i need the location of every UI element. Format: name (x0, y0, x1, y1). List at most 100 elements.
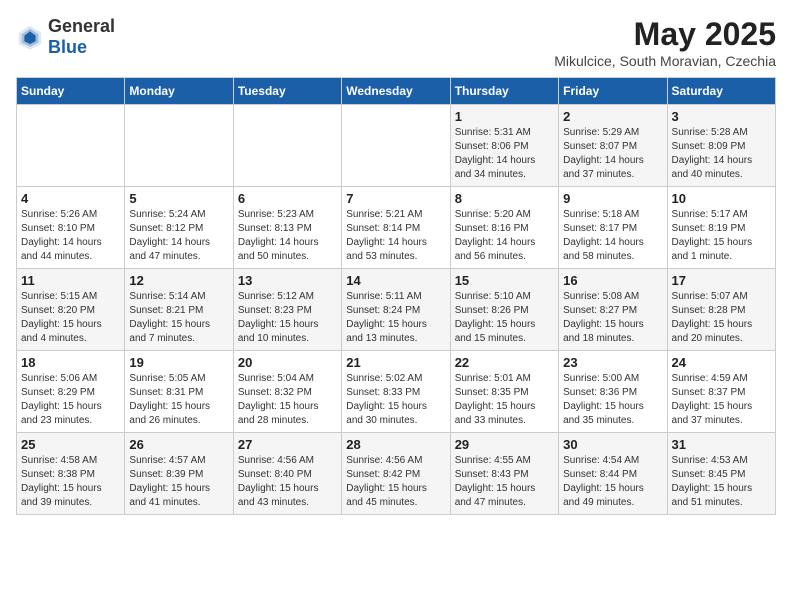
logo-blue: Blue (48, 37, 87, 57)
day-number: 20 (238, 355, 337, 370)
day-number: 26 (129, 437, 228, 452)
day-info: Sunrise: 5:12 AM Sunset: 8:23 PM Dayligh… (238, 290, 337, 346)
calendar-cell-2-1: 12 Sunrise: 5:14 AM Sunset: 8:21 PM Dayli… (125, 269, 233, 351)
calendar-cell-3-0: 18Sunrise: 5:06 AM Sunset: 8:29 PM Dayli… (17, 351, 125, 433)
day-info: Sunrise: 5:17 AM Sunset: 8:19 PM Dayligh… (672, 208, 771, 264)
calendar-cell-2-5: 16 Sunrise: 5:08 AM Sunset: 8:27 PM Dayli… (559, 269, 667, 351)
day-info: Sunrise: 5:07 AM Sunset: 8:28 PM Dayligh… (672, 290, 771, 346)
day-info: Sunrise: 5:24 AM Sunset: 8:12 PM Dayligh… (129, 208, 228, 264)
day-info: Sunrise: 5:26 AM Sunset: 8:10 PM Dayligh… (21, 208, 120, 264)
calendar-cell-3-4: 22 Sunrise: 5:01 AM Sunset: 8:35 PM Dayli… (450, 351, 558, 433)
day-info: Sunrise: 5:08 AM Sunset: 8:27 PM Dayligh… (563, 290, 662, 346)
week-row-5: 25 Sunrise: 4:58 AM Sunset: 8:38 PM Dayli… (17, 433, 776, 515)
calendar-cell-3-6: 24Sunrise: 4:59 AM Sunset: 8:37 PM Dayli… (667, 351, 775, 433)
week-row-3: 11Sunrise: 5:15 AM Sunset: 8:20 PM Dayli… (17, 269, 776, 351)
calendar-cell-3-3: 21 Sunrise: 5:02 AM Sunset: 8:33 PM Dayli… (342, 351, 450, 433)
calendar-cell-0-6: 3Sunrise: 5:28 AM Sunset: 8:09 PM Daylig… (667, 105, 775, 187)
calendar-cell-3-2: 20 Sunrise: 5:04 AM Sunset: 8:32 PM Dayli… (233, 351, 341, 433)
day-info: Sunrise: 4:55 AM Sunset: 8:43 PM Dayligh… (455, 454, 554, 510)
day-info: Sunrise: 5:31 AM Sunset: 8:06 PM Dayligh… (455, 126, 554, 182)
day-info: Sunrise: 5:02 AM Sunset: 8:33 PM Dayligh… (346, 372, 445, 428)
location-subtitle: Mikulcice, South Moravian, Czechia (554, 53, 776, 69)
calendar-cell-3-1: 19 Sunrise: 5:05 AM Sunset: 8:31 PM Dayli… (125, 351, 233, 433)
day-info: Sunrise: 5:29 AM Sunset: 8:07 PM Dayligh… (563, 126, 662, 182)
day-info: Sunrise: 4:53 AM Sunset: 8:45 PM Dayligh… (672, 454, 771, 510)
calendar-cell-1-4: 8 Sunrise: 5:20 AM Sunset: 8:16 PM Daylig… (450, 187, 558, 269)
day-number: 23 (563, 355, 662, 370)
week-row-4: 18Sunrise: 5:06 AM Sunset: 8:29 PM Dayli… (17, 351, 776, 433)
calendar-cell-1-5: 9Sunrise: 5:18 AM Sunset: 8:17 PM Daylig… (559, 187, 667, 269)
week-row-2: 4 Sunrise: 5:26 AM Sunset: 8:10 PM Daylig… (17, 187, 776, 269)
page-header: General Blue May 2025 Mikulcice, South M… (16, 16, 776, 69)
weekday-row: Sunday Monday Tuesday Wednesday Thursday… (17, 78, 776, 105)
calendar-cell-1-1: 5 Sunrise: 5:24 AM Sunset: 8:12 PM Daylig… (125, 187, 233, 269)
calendar-cell-0-4: 1Sunrise: 5:31 AM Sunset: 8:06 PM Daylig… (450, 105, 558, 187)
day-number: 10 (672, 191, 771, 206)
calendar-table: Sunday Monday Tuesday Wednesday Thursday… (16, 77, 776, 515)
calendar-cell-2-0: 11Sunrise: 5:15 AM Sunset: 8:20 PM Dayli… (17, 269, 125, 351)
calendar-cell-4-2: 27 Sunrise: 4:56 AM Sunset: 8:40 PM Dayli… (233, 433, 341, 515)
calendar-cell-4-3: 28Sunrise: 4:56 AM Sunset: 8:42 PM Dayli… (342, 433, 450, 515)
day-info: Sunrise: 5:18 AM Sunset: 8:17 PM Dayligh… (563, 208, 662, 264)
day-info: Sunrise: 5:04 AM Sunset: 8:32 PM Dayligh… (238, 372, 337, 428)
day-number: 4 (21, 191, 120, 206)
day-info: Sunrise: 5:14 AM Sunset: 8:21 PM Dayligh… (129, 290, 228, 346)
calendar-cell-1-6: 10 Sunrise: 5:17 AM Sunset: 8:19 PM Dayli… (667, 187, 775, 269)
day-number: 15 (455, 273, 554, 288)
day-number: 27 (238, 437, 337, 452)
col-tuesday: Tuesday (233, 78, 341, 105)
day-number: 14 (346, 273, 445, 288)
logo: General Blue (16, 16, 115, 58)
day-info: Sunrise: 5:00 AM Sunset: 8:36 PM Dayligh… (563, 372, 662, 428)
day-number: 18 (21, 355, 120, 370)
day-number: 12 (129, 273, 228, 288)
calendar-cell-4-6: 31 Sunrise: 4:53 AM Sunset: 8:45 PM Dayli… (667, 433, 775, 515)
calendar-cell-1-2: 6Sunrise: 5:23 AM Sunset: 8:13 PM Daylig… (233, 187, 341, 269)
day-number: 3 (672, 109, 771, 124)
day-number: 25 (21, 437, 120, 452)
day-info: Sunrise: 4:56 AM Sunset: 8:40 PM Dayligh… (238, 454, 337, 510)
day-info: Sunrise: 5:23 AM Sunset: 8:13 PM Dayligh… (238, 208, 337, 264)
day-info: Sunrise: 5:05 AM Sunset: 8:31 PM Dayligh… (129, 372, 228, 428)
calendar-body: 1Sunrise: 5:31 AM Sunset: 8:06 PM Daylig… (17, 105, 776, 515)
col-saturday: Saturday (667, 78, 775, 105)
title-block: May 2025 Mikulcice, South Moravian, Czec… (554, 16, 776, 69)
calendar-cell-3-5: 23 Sunrise: 5:00 AM Sunset: 8:36 PM Dayli… (559, 351, 667, 433)
calendar-cell-0-3 (342, 105, 450, 187)
day-number: 5 (129, 191, 228, 206)
logo-general: General (48, 16, 115, 36)
day-number: 16 (563, 273, 662, 288)
day-info: Sunrise: 4:57 AM Sunset: 8:39 PM Dayligh… (129, 454, 228, 510)
calendar-cell-2-4: 15Sunrise: 5:10 AM Sunset: 8:26 PM Dayli… (450, 269, 558, 351)
calendar-cell-0-0 (17, 105, 125, 187)
col-wednesday: Wednesday (342, 78, 450, 105)
day-number: 17 (672, 273, 771, 288)
calendar-cell-4-5: 30Sunrise: 4:54 AM Sunset: 8:44 PM Dayli… (559, 433, 667, 515)
day-number: 30 (563, 437, 662, 452)
day-number: 13 (238, 273, 337, 288)
calendar-cell-4-4: 29 Sunrise: 4:55 AM Sunset: 8:43 PM Dayli… (450, 433, 558, 515)
calendar-cell-2-3: 14 Sunrise: 5:11 AM Sunset: 8:24 PM Dayli… (342, 269, 450, 351)
day-info: Sunrise: 5:11 AM Sunset: 8:24 PM Dayligh… (346, 290, 445, 346)
col-monday: Monday (125, 78, 233, 105)
day-info: Sunrise: 5:20 AM Sunset: 8:16 PM Dayligh… (455, 208, 554, 264)
calendar-cell-1-0: 4 Sunrise: 5:26 AM Sunset: 8:10 PM Daylig… (17, 187, 125, 269)
calendar-cell-4-1: 26 Sunrise: 4:57 AM Sunset: 8:39 PM Dayli… (125, 433, 233, 515)
calendar-cell-2-2: 13 Sunrise: 5:12 AM Sunset: 8:23 PM Dayli… (233, 269, 341, 351)
col-sunday: Sunday (17, 78, 125, 105)
day-number: 21 (346, 355, 445, 370)
day-number: 11 (21, 273, 120, 288)
day-info: Sunrise: 5:01 AM Sunset: 8:35 PM Dayligh… (455, 372, 554, 428)
day-number: 7 (346, 191, 445, 206)
day-number: 29 (455, 437, 554, 452)
col-friday: Friday (559, 78, 667, 105)
day-number: 31 (672, 437, 771, 452)
logo-text: General Blue (48, 16, 115, 58)
calendar-header: Sunday Monday Tuesday Wednesday Thursday… (17, 78, 776, 105)
calendar-cell-0-5: 2Sunrise: 5:29 AM Sunset: 8:07 PM Daylig… (559, 105, 667, 187)
day-info: Sunrise: 4:58 AM Sunset: 8:38 PM Dayligh… (21, 454, 120, 510)
day-number: 19 (129, 355, 228, 370)
day-number: 24 (672, 355, 771, 370)
day-number: 22 (455, 355, 554, 370)
day-number: 8 (455, 191, 554, 206)
